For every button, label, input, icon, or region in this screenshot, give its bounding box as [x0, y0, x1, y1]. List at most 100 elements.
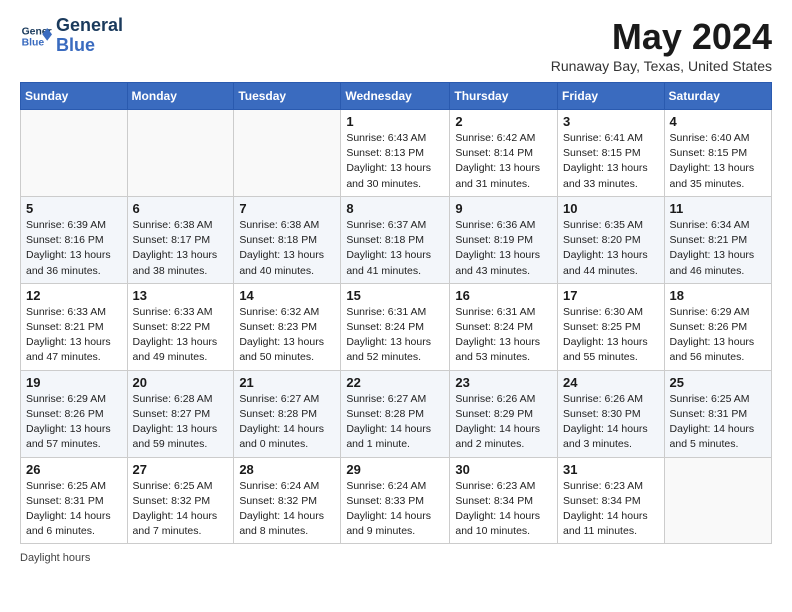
calendar-cell: 5Sunrise: 6:39 AMSunset: 8:16 PMDaylight… [21, 196, 128, 283]
calendar-cell: 3 Sunrise: 6:41 AMSunset: 8:15 PMDaylight… [558, 110, 665, 197]
calendar-cell: 24 Sunrise: 6:26 AMSunset: 8:30 PMDayligh… [558, 370, 665, 457]
day-number: 21 [239, 375, 335, 390]
day-info: Sunrise: 6:27 AMSunset: 8:28 PMDaylight:… [239, 392, 335, 453]
logo-text: General Blue [56, 16, 123, 56]
day-info: Sunrise: 6:38 AMSunset: 8:17 PMDaylight:… [133, 218, 229, 279]
day-number: 13 [133, 288, 229, 303]
calendar-cell: 4 Sunrise: 6:40 AMSunset: 8:15 PMDaylight… [664, 110, 771, 197]
day-info: Sunrise: 6:29 AMSunset: 8:26 PMDaylight:… [670, 305, 766, 366]
day-number: 22 [346, 375, 444, 390]
day-info: Sunrise: 6:33 AMSunset: 8:22 PMDaylight:… [133, 305, 229, 366]
day-number: 29 [346, 462, 444, 477]
weekday-saturday: Saturday [664, 83, 771, 110]
daylight-label: Daylight hours [20, 552, 90, 564]
day-info: Sunrise: 6:36 AMSunset: 8:19 PMDaylight:… [455, 218, 552, 279]
weekday-thursday: Thursday [450, 83, 558, 110]
day-number: 27 [133, 462, 229, 477]
day-number: 30 [455, 462, 552, 477]
day-info: Sunrise: 6:28 AMSunset: 8:27 PMDaylight:… [133, 392, 229, 453]
calendar-cell: 6 Sunrise: 6:38 AMSunset: 8:17 PMDaylight… [127, 196, 234, 283]
day-number: 3 [563, 114, 659, 129]
day-info: Sunrise: 6:24 AMSunset: 8:32 PMDaylight:… [239, 479, 335, 540]
day-number: 9 [455, 201, 552, 216]
calendar-cell [664, 457, 771, 544]
calendar-cell: 18 Sunrise: 6:29 AMSunset: 8:26 PMDayligh… [664, 283, 771, 370]
calendar-cell: 10 Sunrise: 6:35 AMSunset: 8:20 PMDayligh… [558, 196, 665, 283]
calendar-cell: 29Sunrise: 6:24 AMSunset: 8:33 PMDayligh… [341, 457, 450, 544]
day-number: 11 [670, 201, 766, 216]
calendar-cell: 8Sunrise: 6:37 AMSunset: 8:18 PMDaylight… [341, 196, 450, 283]
calendar-cell: 23Sunrise: 6:26 AMSunset: 8:29 PMDayligh… [450, 370, 558, 457]
calendar-cell [127, 110, 234, 197]
day-number: 10 [563, 201, 659, 216]
day-info: Sunrise: 6:23 AMSunset: 8:34 PMDaylight:… [563, 479, 659, 540]
day-info: Sunrise: 6:43 AMSunset: 8:13 PMDaylight:… [346, 131, 444, 192]
calendar-cell: 11Sunrise: 6:34 AMSunset: 8:21 PMDayligh… [664, 196, 771, 283]
day-info: Sunrise: 6:37 AMSunset: 8:18 PMDaylight:… [346, 218, 444, 279]
day-info: Sunrise: 6:25 AMSunset: 8:32 PMDaylight:… [133, 479, 229, 540]
day-info: Sunrise: 6:41 AMSunset: 8:15 PMDaylight:… [563, 131, 659, 192]
day-number: 16 [455, 288, 552, 303]
day-info: Sunrise: 6:40 AMSunset: 8:15 PMDaylight:… [670, 131, 766, 192]
day-info: Sunrise: 6:42 AMSunset: 8:14 PMDaylight:… [455, 131, 552, 192]
day-info: Sunrise: 6:30 AMSunset: 8:25 PMDaylight:… [563, 305, 659, 366]
calendar-table: SundayMondayTuesdayWednesdayThursdayFrid… [20, 82, 772, 544]
calendar-week-3: 12Sunrise: 6:33 AMSunset: 8:21 PMDayligh… [21, 283, 772, 370]
day-number: 26 [26, 462, 122, 477]
calendar-cell: 1 Sunrise: 6:43 AMSunset: 8:13 PMDaylight… [341, 110, 450, 197]
day-info: Sunrise: 6:35 AMSunset: 8:20 PMDaylight:… [563, 218, 659, 279]
calendar-cell: 21 Sunrise: 6:27 AMSunset: 8:28 PMDayligh… [234, 370, 341, 457]
weekday-monday: Monday [127, 83, 234, 110]
day-number: 24 [563, 375, 659, 390]
title-block: May 2024 Runaway Bay, Texas, United Stat… [551, 16, 772, 74]
calendar-cell: 31Sunrise: 6:23 AMSunset: 8:34 PMDayligh… [558, 457, 665, 544]
calendar-cell: 13 Sunrise: 6:33 AMSunset: 8:22 PMDayligh… [127, 283, 234, 370]
day-number: 14 [239, 288, 335, 303]
day-info: Sunrise: 6:33 AMSunset: 8:21 PMDaylight:… [26, 305, 122, 366]
calendar-week-1: 1 Sunrise: 6:43 AMSunset: 8:13 PMDaylight… [21, 110, 772, 197]
calendar-cell: 20 Sunrise: 6:28 AMSunset: 8:27 PMDayligh… [127, 370, 234, 457]
calendar-cell: 7Sunrise: 6:38 AMSunset: 8:18 PMDaylight… [234, 196, 341, 283]
calendar-cell [234, 110, 341, 197]
day-number: 19 [26, 375, 122, 390]
logo-icon: General Blue [20, 20, 52, 52]
logo-line2: Blue [56, 36, 123, 56]
day-info: Sunrise: 6:26 AMSunset: 8:30 PMDaylight:… [563, 392, 659, 453]
weekday-tuesday: Tuesday [234, 83, 341, 110]
weekday-sunday: Sunday [21, 83, 128, 110]
day-info: Sunrise: 6:38 AMSunset: 8:18 PMDaylight:… [239, 218, 335, 279]
day-number: 6 [133, 201, 229, 216]
logo: General Blue General Blue [20, 16, 123, 56]
calendar-cell: 17 Sunrise: 6:30 AMSunset: 8:25 PMDayligh… [558, 283, 665, 370]
day-info: Sunrise: 6:27 AMSunset: 8:28 PMDaylight:… [346, 392, 444, 453]
calendar-cell: 27 Sunrise: 6:25 AMSunset: 8:32 PMDayligh… [127, 457, 234, 544]
calendar-cell: 9 Sunrise: 6:36 AMSunset: 8:19 PMDaylight… [450, 196, 558, 283]
day-number: 4 [670, 114, 766, 129]
day-info: Sunrise: 6:25 AMSunset: 8:31 PMDaylight:… [670, 392, 766, 453]
day-info: Sunrise: 6:31 AMSunset: 8:24 PMDaylight:… [346, 305, 444, 366]
day-number: 15 [346, 288, 444, 303]
weekday-header-row: SundayMondayTuesdayWednesdayThursdayFrid… [21, 83, 772, 110]
day-number: 5 [26, 201, 122, 216]
day-number: 1 [346, 114, 444, 129]
svg-text:Blue: Blue [22, 37, 45, 48]
day-number: 28 [239, 462, 335, 477]
weekday-friday: Friday [558, 83, 665, 110]
calendar-week-5: 26Sunrise: 6:25 AMSunset: 8:31 PMDayligh… [21, 457, 772, 544]
calendar-cell: 2 Sunrise: 6:42 AMSunset: 8:14 PMDaylight… [450, 110, 558, 197]
location: Runaway Bay, Texas, United States [551, 58, 772, 74]
day-info: Sunrise: 6:32 AMSunset: 8:23 PMDaylight:… [239, 305, 335, 366]
calendar-cell: 28 Sunrise: 6:24 AMSunset: 8:32 PMDayligh… [234, 457, 341, 544]
day-number: 2 [455, 114, 552, 129]
calendar-week-4: 19Sunrise: 6:29 AMSunset: 8:26 PMDayligh… [21, 370, 772, 457]
weekday-wednesday: Wednesday [341, 83, 450, 110]
day-number: 17 [563, 288, 659, 303]
calendar-cell: 12Sunrise: 6:33 AMSunset: 8:21 PMDayligh… [21, 283, 128, 370]
calendar-cell: 26Sunrise: 6:25 AMSunset: 8:31 PMDayligh… [21, 457, 128, 544]
logo-line1: General [56, 16, 123, 36]
day-info: Sunrise: 6:26 AMSunset: 8:29 PMDaylight:… [455, 392, 552, 453]
day-number: 20 [133, 375, 229, 390]
day-number: 18 [670, 288, 766, 303]
calendar-cell: 14 Sunrise: 6:32 AMSunset: 8:23 PMDayligh… [234, 283, 341, 370]
calendar-cell [21, 110, 128, 197]
